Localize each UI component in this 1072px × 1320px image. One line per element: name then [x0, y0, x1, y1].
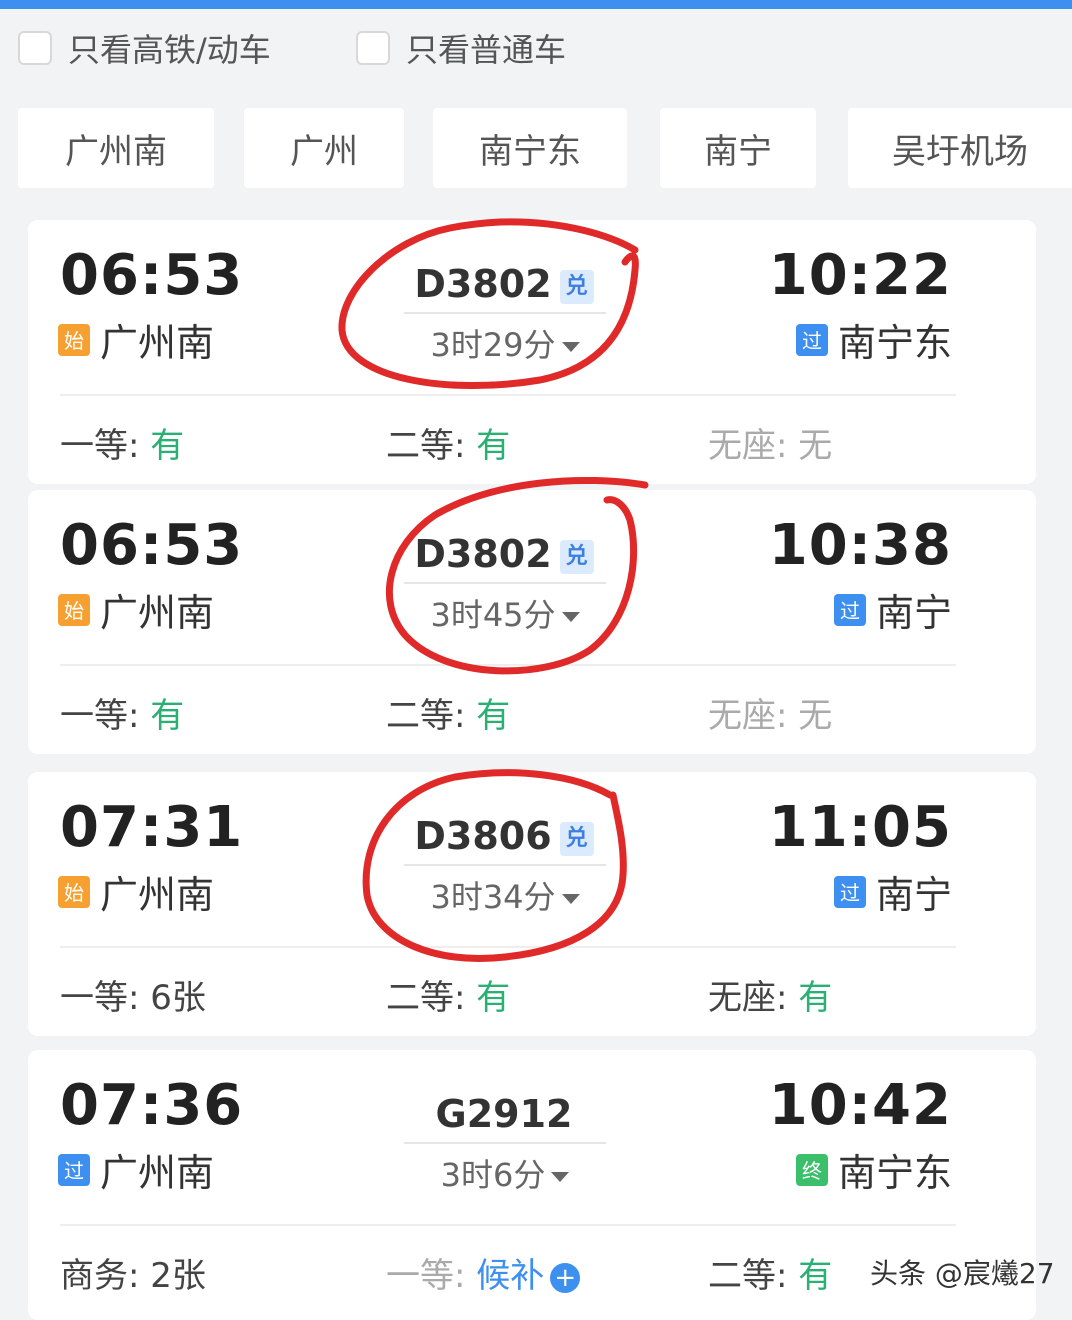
arrival-station-name: 南宁东 — [837, 321, 952, 365]
departure-station-name: 广州南 — [100, 591, 215, 635]
filter-high-speed-label: 只看高铁/动车 — [68, 31, 271, 69]
duration[interactable]: 3时45分 — [404, 590, 606, 636]
departure-station-name: 广州南 — [100, 321, 215, 365]
train-number[interactable]: D3802 兑 — [404, 532, 604, 576]
departure-time: 06:53 — [60, 243, 244, 308]
arrival-station: 终 南宁东 — [795, 1142, 952, 1197]
pass-through-badge: 过 — [795, 323, 828, 356]
train-number-text: D3802 — [414, 262, 552, 306]
chevron-down-icon — [561, 612, 580, 622]
exchange-badge: 兑 — [559, 821, 594, 856]
high-speed-checkbox[interactable] — [18, 31, 52, 65]
station-chip-guangzhou-south[interactable]: 广州南 — [18, 108, 214, 188]
filter-high-speed[interactable]: 只看高铁/动车 — [18, 28, 271, 69]
seat-business-class: 商务: 2张 — [60, 1256, 206, 1296]
arrival-station: 过 南宁 — [833, 864, 952, 919]
arrival-time: 11:05 — [768, 795, 952, 860]
seat-second-class: 二等: 有 — [386, 696, 511, 736]
train-number-underline — [404, 582, 606, 584]
departure-time: 07:31 — [60, 795, 244, 860]
divider — [60, 1224, 956, 1226]
duration-text: 3时45分 — [430, 596, 556, 634]
origin-badge: 始 — [58, 875, 90, 908]
top-accent-bar — [0, 0, 1072, 9]
duration-text: 3时34分 — [430, 878, 556, 916]
arrival-time: 10:22 — [768, 243, 952, 308]
pass-through-badge: 过 — [833, 875, 866, 908]
station-chip-wuxu-airport[interactable]: 吴圩机场 — [848, 108, 1072, 188]
departure-time: 06:53 — [60, 513, 244, 578]
train-card[interactable]: 06:53 始 广州南 D3802 兑 3时45分 10:38 过 南宁 一等: … — [28, 490, 1036, 754]
train-number[interactable]: G2912 — [404, 1092, 604, 1136]
departure-station-name: 广州南 — [100, 873, 215, 917]
seat-second-class: 二等: 有 — [386, 978, 511, 1018]
seat-first-class: 一等: 有 — [60, 426, 185, 466]
seat-first-class: 一等: 6张 — [60, 978, 206, 1018]
pass-through-badge: 过 — [833, 593, 866, 626]
train-number-text: G2912 — [435, 1092, 573, 1136]
train-number-underline — [404, 1142, 606, 1144]
duration-text: 3时6分 — [440, 1156, 546, 1194]
duration[interactable]: 3时34分 — [404, 872, 606, 918]
arrival-station-name: 南宁东 — [837, 1151, 952, 1195]
seat-second-class: 二等: 有 — [708, 1256, 833, 1296]
departure-station: 始 广州南 — [58, 582, 214, 637]
arrival-station: 过 南宁东 — [795, 312, 952, 367]
departure-station: 过 广州南 — [58, 1142, 214, 1197]
chevron-down-icon — [551, 1172, 570, 1182]
train-card[interactable]: 06:53 始 广州南 D3802 兑 3时29分 10:22 过 南宁东 一等:… — [28, 220, 1036, 484]
train-number[interactable]: D3806 兑 — [404, 814, 604, 858]
seat-first-class-waitlist[interactable]: 一等: 候补 + — [386, 1248, 581, 1297]
seat-standing: 无座: 有 — [708, 978, 833, 1018]
station-chip-nanning[interactable]: 南宁 — [660, 108, 816, 188]
divider — [60, 394, 956, 396]
train-card[interactable]: 07:31 始 广州南 D3806 兑 3时34分 11:05 过 南宁 一等: … — [28, 772, 1036, 1036]
seat-standing: 无座: 无 — [708, 426, 833, 466]
exchange-badge: 兑 — [559, 269, 594, 304]
duration-text: 3时29分 — [430, 326, 556, 364]
chevron-down-icon — [561, 342, 580, 352]
departure-time: 07:36 — [60, 1073, 244, 1138]
departure-station: 始 广州南 — [58, 864, 214, 919]
train-number-underline — [404, 864, 606, 866]
filter-regular-train-label: 只看普通车 — [406, 31, 567, 69]
watermark: 头条 @宸爔27 — [870, 1257, 1055, 1290]
terminal-badge: 终 — [795, 1153, 828, 1186]
arrival-station: 过 南宁 — [833, 582, 952, 637]
train-number-underline — [404, 312, 606, 314]
arrival-time: 10:42 — [768, 1073, 952, 1138]
duration[interactable]: 3时29分 — [404, 320, 606, 366]
divider — [60, 664, 956, 666]
origin-badge: 始 — [58, 323, 90, 356]
add-waitlist-icon[interactable]: + — [550, 1262, 581, 1293]
departure-station: 始 广州南 — [58, 312, 214, 367]
seat-first-class: 一等: 有 — [60, 696, 185, 736]
origin-badge: 始 — [58, 593, 90, 626]
train-number[interactable]: D3802 兑 — [404, 262, 604, 306]
station-chip-nanning-east[interactable]: 南宁东 — [433, 108, 627, 188]
seat-second-class: 二等: 有 — [386, 426, 511, 466]
arrival-station-name: 南宁 — [875, 591, 952, 635]
departure-station-name: 广州南 — [100, 1151, 215, 1195]
seat-standing: 无座: 无 — [708, 696, 833, 736]
pass-through-badge: 过 — [58, 1153, 90, 1186]
divider — [60, 946, 956, 948]
chevron-down-icon — [561, 894, 580, 904]
train-number-text: D3802 — [414, 532, 552, 576]
arrival-station-name: 南宁 — [875, 873, 952, 917]
filter-regular-train[interactable]: 只看普通车 — [356, 28, 567, 69]
regular-train-checkbox[interactable] — [356, 31, 390, 65]
duration[interactable]: 3时6分 — [404, 1150, 606, 1196]
arrival-time: 10:38 — [768, 513, 952, 578]
train-number-text: D3806 — [414, 814, 552, 858]
station-chip-guangzhou[interactable]: 广州 — [244, 108, 404, 188]
exchange-badge: 兑 — [559, 539, 594, 574]
